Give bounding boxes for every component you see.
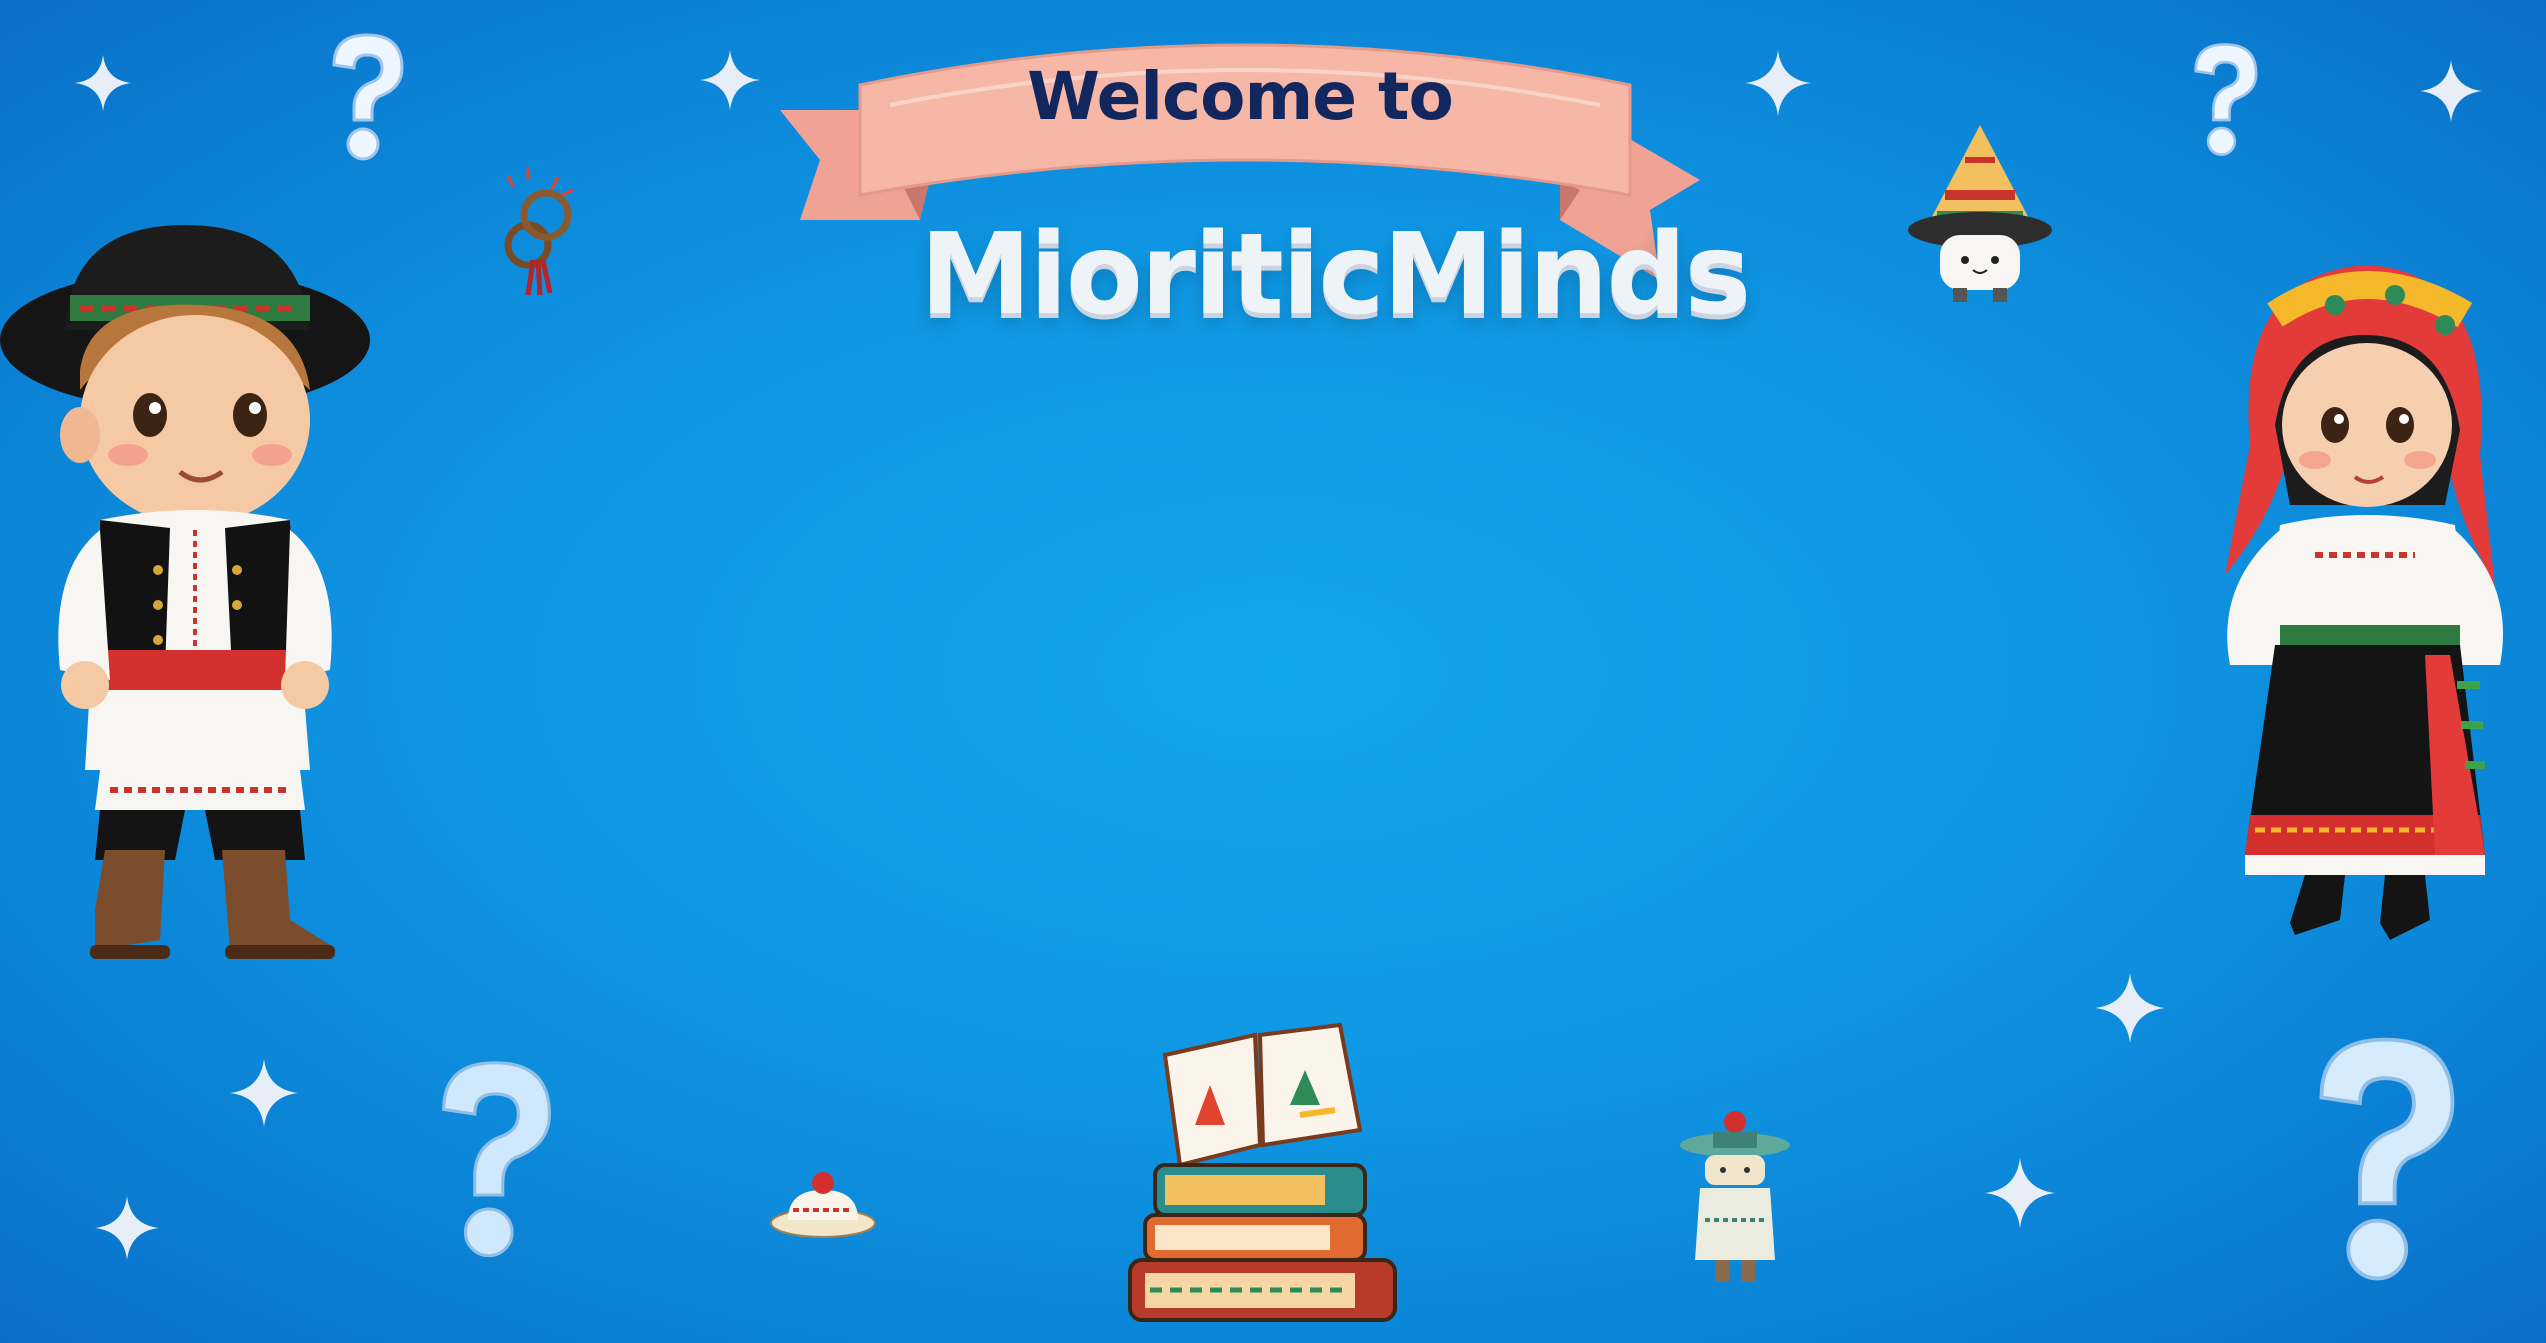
welcome-label: Welcome to (1027, 58, 1454, 135)
book-stack-icon (1125, 1015, 1400, 1335)
question-mark-icon (322, 30, 412, 165)
sparkle-icon (75, 55, 131, 111)
question-mark-icon (2285, 1030, 2485, 1290)
girl-character (2195, 255, 2525, 955)
sparkle-icon (95, 1195, 159, 1261)
sparkle-icon (2095, 970, 2165, 1046)
question-mark-icon (420, 1055, 570, 1265)
hat-creature-icon (1905, 120, 2055, 305)
game-title: MioriticMinds (920, 210, 1751, 340)
question-mark-icon (2185, 35, 2265, 165)
sparkle-icon (230, 1055, 298, 1131)
sparkle-icon (1985, 1155, 2055, 1231)
sparkle-icon (2420, 60, 2482, 122)
cake-icon (768, 1165, 878, 1240)
boy-character (0, 210, 380, 970)
sparkle-icon (1745, 50, 1811, 116)
doll-figure-icon (1675, 1110, 1795, 1290)
sparkle-icon (700, 50, 760, 110)
martisor-charm-icon (488, 165, 583, 300)
